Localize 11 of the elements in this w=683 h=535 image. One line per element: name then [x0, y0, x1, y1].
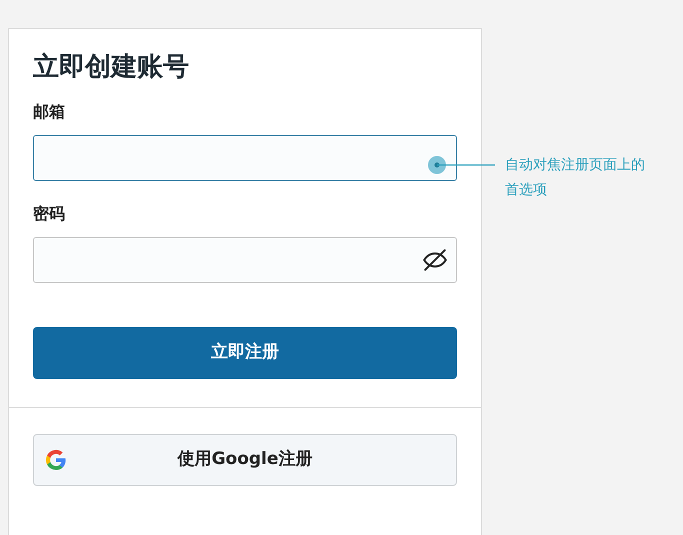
input-field[interactable]: [33, 237, 457, 283]
signup-button[interactable]: 立即注册: [33, 327, 457, 379]
input-field[interactable]: [33, 135, 457, 181]
field-label: 密码: [33, 203, 65, 225]
callout-pointer: [427, 154, 495, 176]
field-label: 邮箱: [33, 101, 65, 123]
callout-text: 自动对焦注册页面上的首选项: [505, 156, 646, 200]
page-title: 立即创建账号: [33, 51, 189, 84]
google-signup-button[interactable]: 使用Google注册: [33, 434, 457, 486]
eye-off-icon[interactable]: [422, 247, 448, 273]
google-icon: [44, 448, 68, 472]
